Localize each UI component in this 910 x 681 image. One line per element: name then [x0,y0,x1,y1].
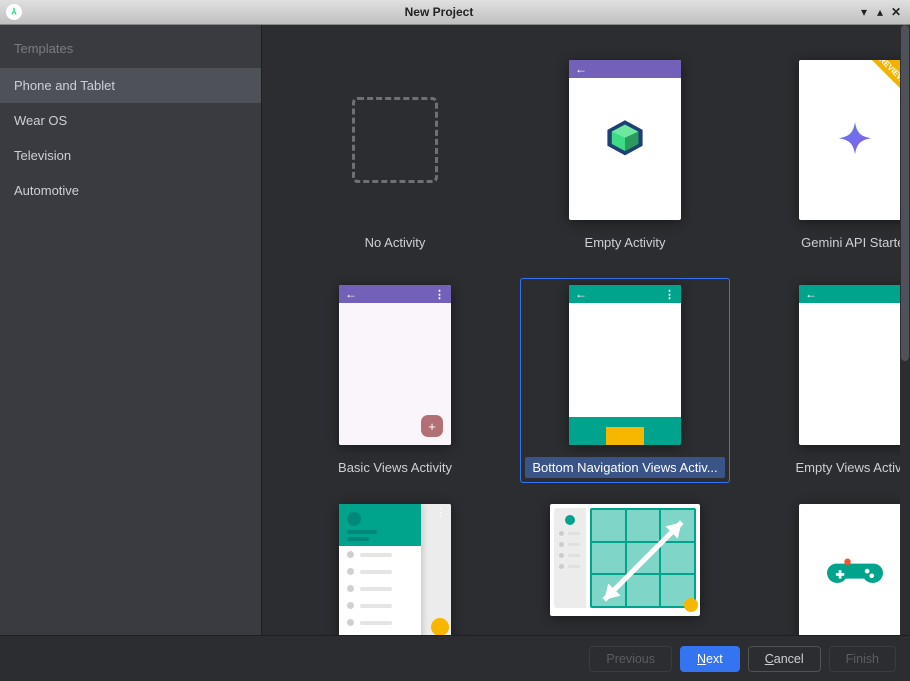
template-navigation-drawer-views-activity[interactable]: ⋮ [290,497,500,635]
template-responsive-views-activity[interactable] [520,497,730,635]
fab-icon: + [421,415,443,437]
overflow-menu-icon: ⋮ [434,288,445,301]
back-arrow-icon: ← [575,62,587,76]
template-thumb [339,60,451,220]
template-bottom-navigation-views-activity[interactable]: ←⋮ Bottom Navigation Views Activ... [520,278,730,483]
maximize-icon[interactable]: ▴ [872,5,888,19]
bottom-nav-strip [569,417,681,427]
template-label: Empty Activity [525,232,725,253]
dialog-footer: Previous Next Cancel Finish [0,635,910,681]
title-bar: New Project ▾ ▴ ✕ [0,0,910,25]
sidebar-item-label: Phone and Tablet [14,78,115,93]
templates-sidebar: Templates Phone and Tablet Wear OS Telev… [0,25,262,635]
nav-rail [554,508,586,608]
template-basic-views-activity[interactable]: ←⋮ + Basic Views Activity [290,278,500,483]
cancel-button[interactable]: Cancel [748,646,821,672]
template-thumb: ←⋮ [569,285,681,445]
template-label: Gemini API Starter [755,232,910,253]
appbar: ← [799,285,910,303]
window-title: New Project [22,5,856,19]
sidebar-item-phone-and-tablet[interactable]: Phone and Tablet [0,68,261,103]
sidebar-item-label: Automotive [14,183,79,198]
template-thumb [550,504,700,616]
next-button[interactable]: Next [680,646,740,672]
finish-button: Finish [829,646,896,672]
minimize-icon[interactable]: ▾ [856,5,872,19]
previous-button: Previous [589,646,672,672]
back-arrow-icon: ← [345,287,357,301]
template-thumb: ← [569,60,681,220]
back-arrow-icon: ← [805,287,817,301]
template-empty-views-activity[interactable]: ← Empty Views Activity [750,278,910,483]
template-thumb: ⋮ [339,504,451,635]
sidebar-item-wear-os[interactable]: Wear OS [0,103,261,138]
sidebar-item-television[interactable]: Television [0,138,261,173]
template-thumb: PREVIEW [799,60,910,220]
fab-icon [431,618,449,635]
fab-icon [684,598,698,612]
template-no-activity[interactable]: No Activity [290,53,500,258]
button-label: Previous [606,652,655,666]
scrollbar[interactable] [900,25,910,635]
template-thumb [799,504,910,635]
content-grid [590,508,696,608]
dashed-square-icon [352,97,438,183]
template-thumb: ←⋮ + [339,285,451,445]
template-thumb: ← [799,285,910,445]
template-label: No Activity [295,232,495,253]
button-label: Cancel [765,652,804,666]
scrollbar-thumb[interactable] [901,25,909,361]
android-studio-icon [6,4,22,20]
template-label: Basic Views Activity [295,457,495,478]
avatar-icon [347,512,361,526]
appbar: ←⋮ [569,285,681,303]
template-label: Empty Views Activity [755,457,910,478]
gamepad-icon [827,553,883,593]
close-icon[interactable]: ✕ [888,5,904,19]
sidebar-item-automotive[interactable]: Automotive [0,173,261,208]
overflow-menu-icon: ⋮ [435,506,446,519]
sidebar-item-label: Television [14,148,71,163]
template-gemini-api-starter[interactable]: PREVIEW Gemini API Starter [750,53,910,258]
compose-logo-icon [603,116,647,160]
appbar: ← [569,60,681,78]
back-arrow-icon: ← [575,287,587,301]
appbar: ←⋮ [339,285,451,303]
template-label: Bottom Navigation Views Activ... [525,457,725,478]
sidebar-item-label: Wear OS [14,113,67,128]
template-game-activity[interactable] [750,497,910,635]
button-label: Finish [846,652,879,666]
template-empty-activity[interactable]: ← Empty Activity [520,53,730,258]
sidebar-header: Templates [0,25,261,68]
overflow-menu-icon: ⋮ [664,288,675,301]
bottom-nav [569,427,681,445]
button-label: Next [697,652,723,666]
gemini-star-icon [837,120,873,156]
templates-grid: No Activity ← Empty Activity [262,25,910,635]
